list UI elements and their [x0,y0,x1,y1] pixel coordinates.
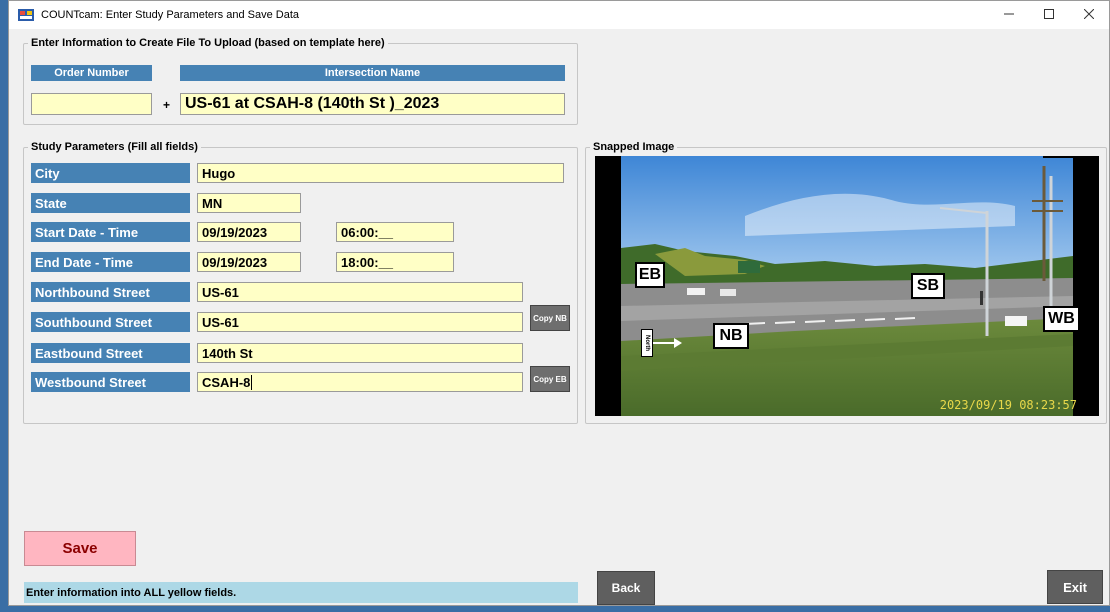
start-date-time-label: Start Date - Time [31,222,190,242]
countcam-window: COUNTcam: Enter Study Parameters and Sav… [8,0,1110,606]
southbound-street-input[interactable]: US-61 [197,312,523,332]
order-number-header: Order Number [31,65,152,81]
north-label-box: North [641,329,653,357]
end-date-input[interactable]: 09/19/2023 [197,252,301,272]
minimize-button[interactable] [989,3,1029,25]
eb-direction-label: EB [635,262,665,288]
camera-scene [595,156,1099,416]
eastbound-street-label: Eastbound Street [31,343,190,363]
image-timestamp: 2023/09/19 08:23:57 [939,398,1077,412]
eastbound-street-input[interactable]: 140th St [197,343,523,363]
westbound-street-value: CSAH-8 [202,374,251,390]
save-button[interactable]: Save [24,531,136,566]
north-arrow: North [641,329,683,357]
northbound-street-label: Northbound Street [31,282,190,302]
north-label: North [644,335,650,351]
maximize-icon [1044,9,1054,19]
maximize-button[interactable] [1029,3,1069,25]
close-icon [1084,9,1094,19]
title-bar: COUNTcam: Enter Study Parameters and Sav… [9,1,1109,29]
status-message: Enter information into ALL yellow fields… [24,582,578,603]
app-icon [18,9,34,21]
study-parameters-legend: Study Parameters (Fill all fields) [31,141,198,153]
order-number-input[interactable] [31,93,152,115]
intersection-name-header: Intersection Name [180,65,565,81]
start-date-input[interactable]: 09/19/2023 [197,222,301,242]
end-time-input[interactable]: 18:00:__ [336,252,454,272]
exit-button[interactable]: Exit [1047,570,1103,604]
snapped-image-legend: Snapped Image [593,141,675,153]
city-input[interactable]: Hugo [197,163,564,183]
westbound-street-input[interactable]: CSAH-8 [197,372,523,392]
city-label: City [31,163,190,183]
minimize-icon [1004,13,1014,15]
end-date-time-label: End Date - Time [31,252,190,272]
back-button[interactable]: Back [597,571,655,605]
southbound-street-label: Southbound Street [31,312,190,332]
westbound-street-label: Westbound Street [31,372,190,392]
snapped-image: EB SB NB WB North 2023/09/19 08:23:57 [595,156,1099,416]
file-info-legend: Enter Information to Create File To Uplo… [31,37,385,49]
copy-eb-button[interactable]: Copy EB [530,366,570,392]
state-label: State [31,193,190,213]
state-input[interactable]: MN [197,193,301,213]
window-title: COUNTcam: Enter Study Parameters and Sav… [41,9,299,21]
text-cursor [251,374,253,390]
copy-nb-button[interactable]: Copy NB [530,305,570,331]
nb-direction-label: NB [713,323,749,349]
close-button[interactable] [1069,3,1109,25]
start-time-input[interactable]: 06:00:__ [336,222,454,242]
arrow-right-icon [653,338,682,348]
intersection-name-input[interactable]: US-61 at CSAH-8 (140th St )_2023 [180,93,565,115]
sb-direction-label: SB [911,273,945,299]
plus-separator: + [163,98,171,112]
northbound-street-input[interactable]: US-61 [197,282,523,302]
wb-direction-label: WB [1043,306,1080,332]
